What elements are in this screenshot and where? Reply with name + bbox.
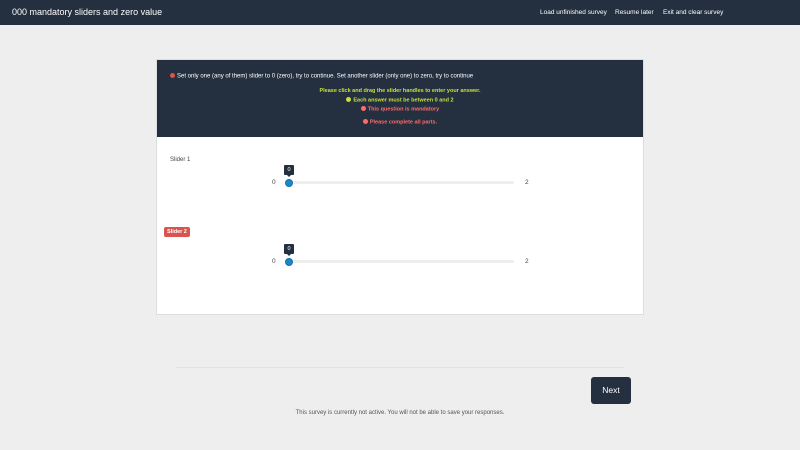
survey-title: 000 mandatory sliders and zero value [12, 7, 163, 17]
mandatory-tip: This question is mandatory [157, 106, 643, 113]
check-icon [346, 97, 352, 102]
slider-1-min: 0 [272, 179, 276, 186]
exit-and-clear-survey-link[interactable]: Exit and clear survey [663, 9, 723, 16]
question-header: Set only one (any of them) slider to 0 (… [157, 60, 643, 137]
complete-all-tip: Please complete all parts. [157, 119, 643, 126]
slider-2-value-tooltip: 0 [284, 244, 294, 256]
drag-hint-tip: Please click and drag the slider handles… [319, 88, 481, 94]
question-text-label: Set only one (any of them) slider to 0 (… [177, 73, 474, 80]
error-dot-icon [170, 73, 175, 78]
range-hint-tip: Each answer must be between 0 and 2 [157, 97, 643, 104]
slider-2-handle[interactable] [285, 258, 293, 266]
slider-2-label: Slider 2 [164, 227, 190, 237]
warning-icon [360, 106, 366, 111]
slider-2-track[interactable] [288, 260, 514, 263]
slider-1-label: Slider 1 [170, 157, 191, 163]
slider-1-track[interactable] [288, 181, 514, 184]
top-navbar: 000 mandatory sliders and zero value Loa… [0, 0, 800, 25]
next-button[interactable]: Next [591, 377, 631, 404]
resume-later-link[interactable]: Resume later [615, 9, 654, 16]
load-unfinished-survey-link[interactable]: Load unfinished survey [540, 9, 607, 16]
complete-all-label: Please complete all parts. [369, 119, 438, 126]
slider-2-max: 2 [525, 258, 529, 265]
slider-1-max: 2 [525, 179, 529, 186]
slider-1-handle[interactable] [285, 179, 293, 187]
slider-2-min: 0 [272, 258, 276, 265]
question-card: Set only one (any of them) slider to 0 (… [156, 59, 644, 315]
mandatory-label: This question is mandatory [367, 106, 440, 113]
warning-icon [362, 119, 368, 124]
range-hint-label: Each answer must be between 0 and 2 [353, 97, 454, 104]
slider-1-value-tooltip: 0 [284, 165, 294, 177]
footer-divider [176, 367, 624, 368]
inactive-survey-note: This survey is currently not active. You… [295, 410, 505, 416]
question-text: Set only one (any of them) slider to 0 (… [170, 73, 473, 80]
